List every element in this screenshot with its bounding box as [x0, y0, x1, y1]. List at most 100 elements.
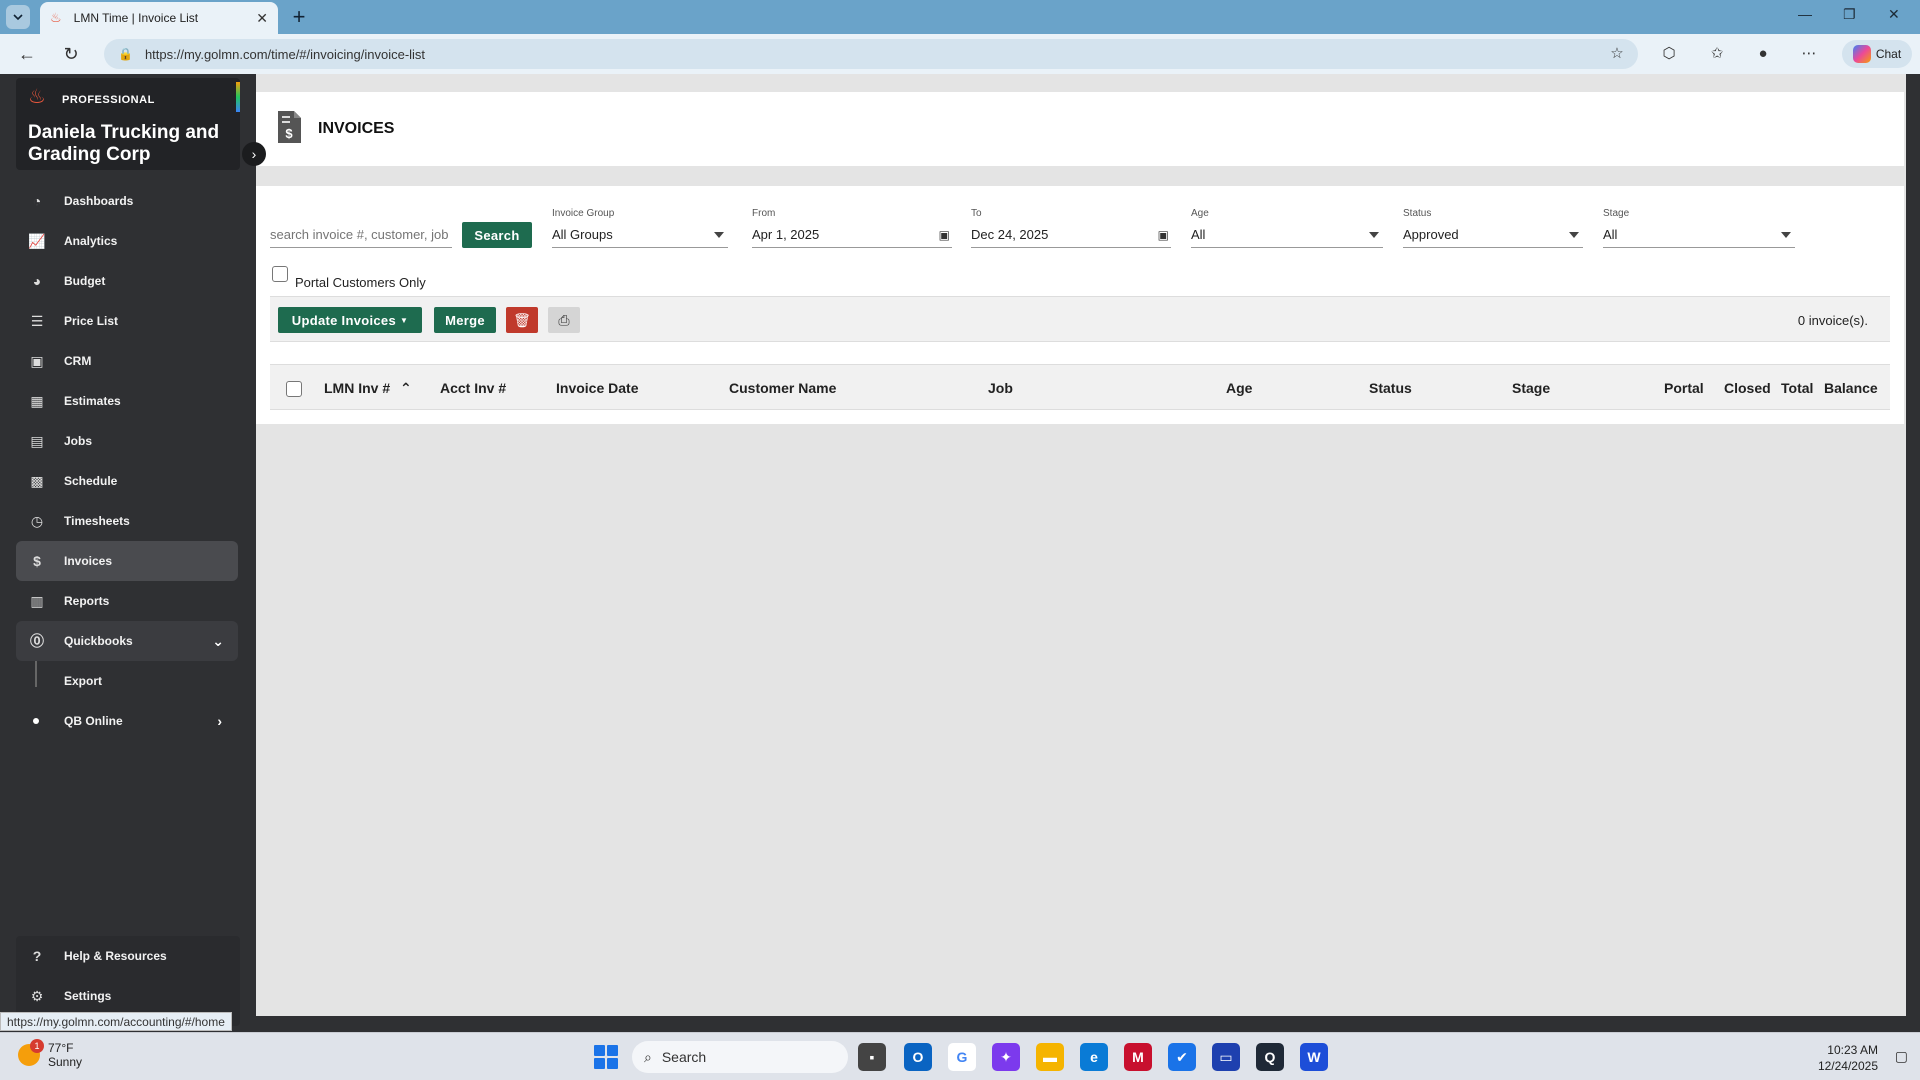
copilot-app-icon[interactable]: ✦ [992, 1043, 1020, 1071]
from-label: From [752, 208, 776, 219]
status-select[interactable]: Status Approved [1403, 208, 1583, 248]
sidebar-item-dashboards[interactable]: ◔ Dashboards [16, 181, 238, 221]
column-header-lmn-inv[interactable]: LMN Inv # ⌃ [324, 380, 412, 397]
sidebar-item-label: Estimates [64, 394, 121, 408]
table-header: LMN Inv # ⌃ Acct Inv # Invoice Date Cust… [270, 364, 1890, 410]
extensions-icon[interactable]: ⬡ [1658, 43, 1680, 65]
new-tab-button[interactable]: + [286, 4, 312, 30]
sidebar-item-estimates[interactable]: ▦ Estimates [16, 381, 238, 421]
column-header-job[interactable]: Job [988, 380, 1013, 396]
minimize-icon[interactable]: — [1798, 6, 1812, 22]
sidebar-item-label: Schedule [64, 474, 118, 488]
browser-tab-bar: ♨ LMN Time | Invoice List ✕ + — ❐ ✕ [0, 0, 1920, 34]
column-header-total[interactable]: Total [1781, 380, 1813, 396]
sidebar-item-schedule[interactable]: ▩ Schedule [16, 461, 238, 501]
search-input[interactable] [270, 222, 452, 248]
site-info-icon[interactable]: 🔒 [118, 47, 133, 61]
sidebar-item-analytics[interactable]: 📈 Analytics [16, 221, 238, 261]
sidebar-item-reports[interactable]: ▥ Reports [16, 581, 238, 621]
sidebar-item-quickbooks[interactable]: ⓪ Quickbooks ⌄ [16, 621, 238, 661]
back-arrow-icon[interactable]: ← [16, 43, 38, 65]
stage-label: Stage [1603, 208, 1630, 219]
invoice-toolbar: Update Invoices ▼ Merge 🗑 ⎙ 0 invoice(s)… [270, 296, 1890, 342]
print-button[interactable]: ⎙ [548, 307, 580, 333]
task-view-icon[interactable]: ▪ [858, 1043, 886, 1071]
to-date-field[interactable]: To Dec 24, 2025 ▣ [971, 208, 1171, 248]
profile-avatar-icon[interactable]: ● [1752, 43, 1774, 65]
column-header-acct-inv[interactable]: Acct Inv # [440, 380, 506, 396]
sidebar-item-invoices[interactable]: $ Invoices [16, 541, 238, 581]
column-header-portal[interactable]: Portal [1664, 380, 1704, 396]
column-header-status[interactable]: Status [1369, 380, 1412, 396]
window-close-icon[interactable]: ✕ [1888, 6, 1900, 23]
sidebar-item-label: Budget [64, 274, 106, 288]
svg-text:$: $ [285, 126, 293, 141]
sidebar-item-label: Jobs [64, 434, 93, 448]
dropdown-caret-icon [714, 231, 724, 238]
column-header-invoice-date[interactable]: Invoice Date [556, 380, 638, 396]
schedule-icon: ▩ [30, 472, 44, 489]
column-header-balance[interactable]: Balance [1824, 380, 1878, 396]
chevron-down-icon: ⌄ [212, 632, 224, 649]
calendar-icon[interactable]: ▣ [939, 228, 950, 242]
taskbar-search[interactable]: ⌕ Search [632, 1041, 848, 1073]
word-icon[interactable]: W [1300, 1043, 1328, 1071]
tab-actions-button[interactable] [6, 5, 30, 29]
brand-block[interactable]: ♨ PROFESSIONAL Daniela Trucking and Grad… [16, 78, 240, 170]
more-options-icon[interactable]: ⋯ [1798, 43, 1820, 65]
sidebar-item-budget[interactable]: ◕ Budget [16, 261, 238, 301]
edge-browser-icon[interactable]: e [1080, 1043, 1108, 1071]
from-date-field[interactable]: From Apr 1, 2025 ▣ [752, 208, 952, 248]
weather-widget[interactable]: 1 77°F Sunny [18, 1039, 82, 1069]
sidebar-item-jobs[interactable]: ▤ Jobs [16, 421, 238, 461]
quickbooks-app-icon[interactable]: Q [1256, 1043, 1284, 1071]
file-explorer-icon[interactable]: ▬ [1036, 1043, 1064, 1071]
column-header-age[interactable]: Age [1226, 380, 1252, 396]
dashboard-icon: ◔ [32, 193, 42, 209]
sidebar-item-price-list[interactable]: ☰ Price List [16, 301, 238, 341]
plan-label: PROFESSIONAL [62, 94, 155, 106]
restore-icon[interactable]: ❐ [1843, 6, 1856, 23]
favorites-icon[interactable]: ✩ [1706, 43, 1728, 65]
copilot-chat-button[interactable]: Chat [1842, 40, 1912, 68]
column-header-closed[interactable]: Closed [1724, 380, 1771, 396]
sidebar-collapse-button[interactable]: › [242, 142, 266, 166]
favorite-star-icon[interactable]: ☆ [1606, 43, 1628, 65]
notification-icon[interactable]: ▢ [1895, 1048, 1908, 1065]
select-all-checkbox[interactable] [286, 381, 302, 397]
column-header-stage[interactable]: Stage [1512, 380, 1550, 396]
sidebar-item-timesheets[interactable]: ◷ Timesheets [16, 501, 238, 541]
sidebar-item-settings[interactable]: ⚙ Settings [16, 976, 240, 1016]
sidebar-subitem-export[interactable]: Export [16, 661, 238, 701]
portal-customers-checkbox[interactable] [272, 266, 288, 282]
search-icon: ⌕ [644, 1048, 652, 1065]
chevron-right-icon: › [217, 713, 222, 729]
browser-tab[interactable]: ♨ LMN Time | Invoice List ✕ [40, 2, 278, 34]
mcafee-icon[interactable]: M [1124, 1043, 1152, 1071]
todo-icon[interactable]: ✔ [1168, 1043, 1196, 1071]
merge-button[interactable]: Merge [434, 307, 496, 333]
update-invoices-button[interactable]: Update Invoices ▼ [278, 307, 422, 333]
sidebar-subitem-qb-online[interactable]: QB Online › [16, 701, 238, 741]
outlook-icon[interactable]: O [904, 1043, 932, 1071]
calendar-icon[interactable]: ▣ [1158, 228, 1169, 242]
google-icon[interactable]: G [948, 1043, 976, 1071]
refresh-icon[interactable]: ↻ [60, 43, 82, 65]
sidebar-item-label: Quickbooks [64, 634, 133, 648]
windows-start-icon[interactable] [594, 1045, 618, 1069]
stage-select[interactable]: Stage All [1603, 208, 1795, 248]
delete-button[interactable]: 🗑 [506, 307, 538, 333]
column-header-customer-name[interactable]: Customer Name [729, 380, 836, 396]
url-bar[interactable]: 🔒 https://my.golmn.com/time/#/invoicing/… [104, 39, 1638, 69]
invoice-group-select[interactable]: Invoice Group All Groups [552, 208, 728, 248]
sidebar-nav: ◔ Dashboards 📈 Analytics ◕ Budget ☰ Pric… [16, 181, 238, 741]
sidebar-item-crm[interactable]: ▣ CRM [16, 341, 238, 381]
age-select[interactable]: Age All [1191, 208, 1383, 248]
system-clock[interactable]: 10:23 AM 12/24/2025 [1818, 1042, 1878, 1074]
main-content: $ INVOICES Search Invoice Group All Grou… [256, 74, 1906, 1016]
remote-desktop-icon[interactable]: ▭ [1212, 1043, 1240, 1071]
search-button[interactable]: Search [462, 222, 532, 248]
sidebar-item-help[interactable]: ? Help & Resources [16, 936, 240, 976]
close-tab-icon[interactable]: ✕ [256, 10, 268, 27]
sidebar-item-label: Reports [64, 594, 110, 608]
